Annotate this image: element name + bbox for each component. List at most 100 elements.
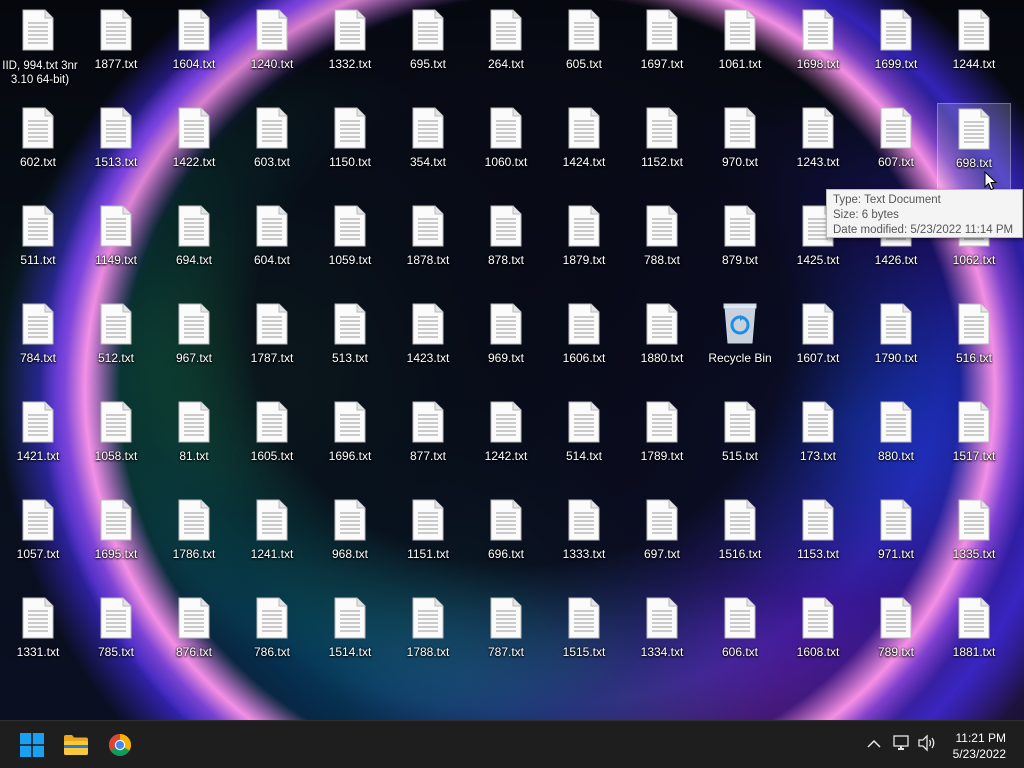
desktop-file-icon[interactable]: 1149.txt — [79, 201, 153, 291]
desktop-file-icon[interactable]: 1424.txt — [547, 103, 621, 193]
desktop-file-icon[interactable]: 1787.txt — [235, 299, 309, 389]
desktop-file-icon[interactable]: 968.txt — [313, 495, 387, 585]
desktop-file-icon[interactable]: 785.txt — [79, 593, 153, 683]
desktop-file-icon[interactable]: 1878.txt — [391, 201, 465, 291]
desktop-file-icon[interactable]: 602.txt — [1, 103, 75, 193]
desktop-file-icon[interactable]: 1058.txt — [79, 397, 153, 487]
text-document-icon — [801, 401, 835, 443]
desktop-file-icon[interactable]: 969.txt — [469, 299, 543, 389]
desktop-file-icon[interactable]: 354.txt — [391, 103, 465, 193]
desktop-file-icon[interactable]: 789.txt — [859, 593, 933, 683]
desktop-file-icon[interactable]: 1515.txt — [547, 593, 621, 683]
desktop-file-icon[interactable]: 1698.txt — [781, 5, 855, 95]
desktop-file-icon[interactable]: 695.txt — [391, 5, 465, 95]
text-document-icon — [879, 401, 913, 443]
show-hidden-icons-button[interactable] — [862, 734, 886, 756]
volume-button[interactable] — [915, 733, 939, 756]
desktop-file-icon[interactable]: 1699.txt — [859, 5, 933, 95]
desktop-file-icon[interactable]: 603.txt — [235, 103, 309, 193]
desktop[interactable]: 1877.txt 1604.txt 1240.txt 1332.txt 695.txt 2… — [0, 0, 1024, 720]
desktop-file-icon[interactable]: 1151.txt — [391, 495, 465, 585]
recycle-bin-desktop-icon[interactable]: Recycle Bin — [703, 299, 777, 389]
desktop-file-icon[interactable]: 1695.txt — [79, 495, 153, 585]
desktop-file-icon[interactable]: 697.txt — [625, 495, 699, 585]
desktop-file-icon[interactable]: 1607.txt — [781, 299, 855, 389]
desktop-file-icon[interactable]: 694.txt — [157, 201, 231, 291]
desktop-file-icon[interactable]: 1879.txt — [547, 201, 621, 291]
desktop-file-icon[interactable]: 1788.txt — [391, 593, 465, 683]
desktop-file-icon[interactable]: 970.txt — [703, 103, 777, 193]
desktop-file-icon[interactable]: 1335.txt — [937, 495, 1011, 585]
desktop-file-icon[interactable]: 1604.txt — [157, 5, 231, 95]
desktop-file-icon[interactable]: 264.txt — [469, 5, 543, 95]
desktop-file-icon[interactable]: 1786.txt — [157, 495, 231, 585]
desktop-file-icon[interactable]: 1240.txt — [235, 5, 309, 95]
chrome-button[interactable] — [100, 725, 140, 765]
desktop-file-icon[interactable]: 1697.txt — [625, 5, 699, 95]
icon-label: 1061.txt — [718, 57, 762, 71]
desktop-file-icon[interactable]: 788.txt — [625, 201, 699, 291]
desktop-file-icon[interactable]: 1517.txt — [937, 397, 1011, 487]
desktop-file-icon[interactable]: 1789.txt — [625, 397, 699, 487]
desktop-file-icon[interactable]: 1608.txt — [781, 593, 855, 683]
desktop-file-icon[interactable]: 1061.txt — [703, 5, 777, 95]
desktop-file-icon[interactable]: 514.txt — [547, 397, 621, 487]
taskbar-clock[interactable]: 11:21 PM 5/23/2022 — [953, 730, 1006, 762]
desktop-file-icon[interactable]: 1605.txt — [235, 397, 309, 487]
desktop-file-icon[interactable]: 1334.txt — [625, 593, 699, 683]
desktop-file-icon[interactable]: 1877.txt — [79, 5, 153, 95]
desktop-file-icon[interactable]: 1057.txt — [1, 495, 75, 585]
file-explorer-button[interactable] — [56, 725, 96, 765]
desktop-file-icon[interactable]: 605.txt — [547, 5, 621, 95]
desktop-file-icon[interactable]: 1423.txt — [391, 299, 465, 389]
desktop-file-icon[interactable]: 606.txt — [703, 593, 777, 683]
desktop-file-icon[interactable]: 698.txt — [937, 103, 1011, 193]
desktop-file-icon[interactable]: 786.txt — [235, 593, 309, 683]
desktop-file-icon[interactable]: 787.txt — [469, 593, 543, 683]
desktop-file-icon[interactable]: 604.txt — [235, 201, 309, 291]
desktop-file-icon[interactable]: 1881.txt — [937, 593, 1011, 683]
desktop-file-icon[interactable]: 1516.txt — [703, 495, 777, 585]
desktop-file-icon[interactable]: 1514.txt — [313, 593, 387, 683]
desktop-file-icon[interactable]: 876.txt — [157, 593, 231, 683]
desktop-file-icon[interactable]: 512.txt — [79, 299, 153, 389]
text-document-icon — [177, 303, 211, 345]
desktop-file-icon[interactable]: 696.txt — [469, 495, 543, 585]
desktop-file-icon[interactable]: 1696.txt — [313, 397, 387, 487]
desktop-file-icon[interactable]: 1059.txt — [313, 201, 387, 291]
desktop-file-icon[interactable]: 877.txt — [391, 397, 465, 487]
desktop-file-icon[interactable]: 1790.txt — [859, 299, 933, 389]
desktop-file-icon[interactable]: 1880.txt — [625, 299, 699, 389]
desktop-file-icon[interactable]: 607.txt — [859, 103, 933, 193]
desktop-file-icon[interactable]: 1331.txt — [1, 593, 75, 683]
desktop-file-icon[interactable]: 1060.txt — [469, 103, 543, 193]
desktop-file-icon[interactable]: 1150.txt — [313, 103, 387, 193]
desktop-file-icon[interactable]: 1333.txt — [547, 495, 621, 585]
desktop-file-icon[interactable]: 1242.txt — [469, 397, 543, 487]
desktop-file-icon[interactable]: 511.txt — [1, 201, 75, 291]
desktop-file-icon[interactable]: 967.txt — [157, 299, 231, 389]
desktop-file-icon[interactable]: 1152.txt — [625, 103, 699, 193]
start-button[interactable] — [12, 725, 52, 765]
desktop-file-icon[interactable]: 1243.txt — [781, 103, 855, 193]
desktop-file-icon[interactable]: 1606.txt — [547, 299, 621, 389]
icon-label: 1515.txt — [562, 645, 606, 659]
desktop-file-icon[interactable]: 1153.txt — [781, 495, 855, 585]
desktop-file-icon[interactable]: 515.txt — [703, 397, 777, 487]
desktop-file-icon[interactable]: 516.txt — [937, 299, 1011, 389]
desktop-file-icon[interactable]: 1244.txt — [937, 5, 1011, 95]
desktop-file-icon[interactable]: 1422.txt — [157, 103, 231, 193]
desktop-file-icon[interactable]: 880.txt — [859, 397, 933, 487]
desktop-file-icon[interactable]: 1513.txt — [79, 103, 153, 193]
desktop-file-icon[interactable]: 173.txt — [781, 397, 855, 487]
desktop-file-icon[interactable]: 879.txt — [703, 201, 777, 291]
desktop-file-icon[interactable]: 878.txt — [469, 201, 543, 291]
desktop-file-icon[interactable]: 1421.txt — [1, 397, 75, 487]
desktop-file-icon[interactable]: 1241.txt — [235, 495, 309, 585]
desktop-file-icon[interactable]: 81.txt — [157, 397, 231, 487]
desktop-file-icon[interactable]: 513.txt — [313, 299, 387, 389]
desktop-file-icon[interactable]: 971.txt — [859, 495, 933, 585]
desktop-file-icon[interactable]: 1332.txt — [313, 5, 387, 95]
network-button[interactable] — [889, 734, 913, 756]
desktop-file-icon[interactable]: 784.txt — [1, 299, 75, 389]
